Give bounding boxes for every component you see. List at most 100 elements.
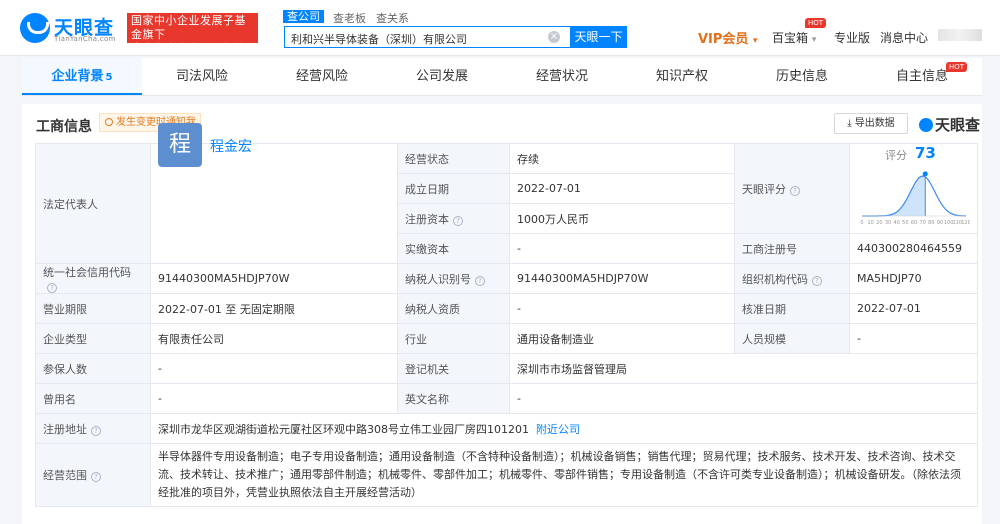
tax-id-label: 纳税人识别号 bbox=[405, 272, 471, 286]
bell-icon bbox=[105, 118, 113, 126]
top-header: 天眼查 TianYanCha.com 国家中小企业发展子基金旗下 官方备案企业征… bbox=[0, 0, 1000, 56]
approve-date-value: 2022-07-01 bbox=[849, 293, 978, 324]
tax-id-value: 91440300MA5HDJP70W bbox=[509, 263, 735, 294]
former-name-label: 曾用名 bbox=[35, 383, 151, 414]
capital-value: 1000万人民币 bbox=[509, 203, 735, 234]
logo-domain: TianYanCha.com bbox=[54, 35, 116, 43]
search-tab-boss[interactable]: 查老板 bbox=[333, 10, 366, 26]
clear-icon[interactable]: × bbox=[548, 31, 560, 43]
download-icon: ⤓ bbox=[847, 118, 852, 129]
score-chart-cell: 评分 73 0 10 20 30 40 50 60 70 80 90 100 110 120 bbox=[849, 143, 978, 234]
brand-label: 天眼查 bbox=[935, 116, 981, 134]
approve-date-label: 核准日期 bbox=[734, 293, 850, 324]
score-text: 评分 bbox=[885, 149, 907, 162]
logo-eye-icon bbox=[919, 118, 933, 132]
tab-company-development[interactable]: 公司发展 bbox=[382, 58, 502, 95]
help-icon[interactable]: ? bbox=[475, 275, 485, 286]
message-center-link[interactable]: 消息中心 bbox=[880, 29, 928, 46]
business-info-panel: 工商信息 发生变更时通知我 ⤓ 导出数据 天眼查 法定代表人 程 程金宏 经营状… bbox=[22, 104, 982, 524]
x-tick-label: 20 bbox=[876, 220, 882, 226]
vip-link[interactable]: VIP会员 ▾ bbox=[698, 28, 758, 47]
industry-value: 通用设备制造业 bbox=[509, 323, 735, 354]
insured-label: 参保人数 bbox=[35, 353, 151, 384]
help-icon[interactable]: ? bbox=[453, 215, 463, 226]
detail-tabs: 企业背景 5 司法风险 经营风险 公司发展 经营状况 知识产权 历史信息 自主信息… bbox=[22, 58, 982, 96]
help-icon[interactable]: ? bbox=[47, 283, 57, 293]
tab-label: 企业背景 bbox=[51, 69, 104, 84]
status-label: 经营状态 bbox=[397, 143, 510, 174]
address-label: 注册地址 bbox=[43, 422, 87, 436]
org-code-label-cell: 组织机构代码? bbox=[734, 263, 850, 294]
legal-rep-link[interactable]: 程金宏 bbox=[210, 136, 252, 156]
badge-line-2: 官方备案企业征信机构 bbox=[131, 42, 246, 55]
industry-label: 行业 bbox=[397, 323, 510, 354]
company-type-label: 企业类型 bbox=[35, 323, 151, 354]
nearby-companies-link[interactable]: 附近公司 bbox=[536, 423, 580, 436]
x-tick-label: 50 bbox=[902, 220, 908, 226]
pro-version-link[interactable]: 专业版 bbox=[834, 29, 870, 46]
help-icon[interactable]: ? bbox=[91, 425, 101, 436]
hot-badge: HOT bbox=[805, 18, 827, 28]
status-value: 存续 bbox=[509, 143, 735, 174]
score-marker-dot bbox=[922, 171, 928, 177]
address-value: 深圳市龙华区观湖街道松元厦社区环观中路308号立伟工业园厂房四101201 bbox=[158, 422, 529, 436]
legal-rep-label: 法定代表人 bbox=[35, 143, 151, 264]
scope-label-cell: 经营范围? bbox=[35, 443, 151, 507]
tax-qualification-value: - bbox=[509, 293, 735, 324]
score-value: 73 bbox=[915, 144, 936, 162]
toolbox-link[interactable]: 百宝箱 ▾ bbox=[772, 29, 816, 46]
business-info-table: 法定代表人 程 程金宏 经营状态 存续 天眼评分? 评分 73 0 10 20 30 4… bbox=[35, 123, 978, 507]
english-name-label: 英文名称 bbox=[397, 383, 510, 414]
tab-operation-status[interactable]: 经营状况 bbox=[502, 58, 622, 95]
est-date-label: 成立日期 bbox=[397, 173, 510, 204]
tab-operation-risk[interactable]: 经营风险 bbox=[262, 58, 382, 95]
authority-label: 登记机关 bbox=[397, 353, 510, 384]
search-input-value: 利和兴半导体装备（深圳）有限公司 bbox=[291, 33, 467, 46]
tab-judicial-risk[interactable]: 司法风险 bbox=[142, 58, 262, 95]
capital-label-cell: 注册资本? bbox=[397, 203, 510, 234]
search-tab-relation[interactable]: 查关系 bbox=[376, 10, 409, 26]
search-button[interactable]: 天眼一下 bbox=[570, 26, 627, 48]
brand-watermark: 天眼查 bbox=[919, 114, 980, 135]
score-distribution-chart: 0 10 20 30 40 50 60 70 80 90 100 110 120 bbox=[860, 171, 970, 226]
export-button[interactable]: ⤓ 导出数据 bbox=[834, 113, 908, 134]
paid-capital-label: 实缴资本 bbox=[397, 233, 510, 264]
score-label-cell: 天眼评分? bbox=[734, 143, 850, 234]
tab-history[interactable]: 历史信息 bbox=[742, 58, 862, 95]
search-tab-company[interactable]: 查公司 bbox=[283, 10, 324, 23]
x-tick-label: 70 bbox=[919, 220, 925, 226]
org-code-label: 组织机构代码 bbox=[742, 272, 808, 286]
tax-qualification-label: 纳税人资质 bbox=[397, 293, 510, 324]
section-title: 工商信息 bbox=[36, 119, 92, 135]
user-avatar[interactable] bbox=[938, 29, 982, 41]
help-icon[interactable]: ? bbox=[812, 275, 822, 286]
insured-value: - bbox=[150, 353, 398, 384]
chevron-down-icon: ▾ bbox=[752, 36, 758, 46]
toolbox-label: 百宝箱 bbox=[772, 31, 809, 45]
tianyancha-logo[interactable]: 天眼查 TianYanCha.com bbox=[20, 13, 116, 43]
tab-company-background[interactable]: 企业背景 5 bbox=[22, 58, 142, 95]
x-tick-label: 40 bbox=[893, 220, 899, 226]
company-type-value: 有限责任公司 bbox=[150, 323, 398, 354]
x-tick-label: 10 bbox=[867, 220, 873, 226]
credit-code-value: 91440300MA5HDJP70W bbox=[150, 263, 398, 294]
tab-ip[interactable]: 知识产权 bbox=[622, 58, 742, 95]
staff-size-label: 人员规模 bbox=[734, 323, 850, 354]
help-icon[interactable]: ? bbox=[91, 472, 101, 482]
est-date-value: 2022-07-01 bbox=[509, 173, 735, 204]
logo-eye-icon bbox=[20, 13, 50, 43]
english-name-value: - bbox=[509, 383, 978, 414]
chevron-down-icon: ▾ bbox=[811, 35, 817, 45]
address-label-cell: 注册地址? bbox=[35, 413, 151, 444]
help-icon[interactable]: ? bbox=[790, 185, 800, 196]
official-badge[interactable]: 国家中小企业发展子基金旗下 官方备案企业征信机构 bbox=[127, 13, 258, 55]
credit-code-label-cell: 统一社会信用代码? bbox=[35, 263, 151, 294]
export-label: 导出数据 bbox=[854, 118, 895, 129]
former-name-value: - bbox=[150, 383, 398, 414]
legal-rep-cell: 程 程金宏 bbox=[150, 123, 398, 264]
x-tick-label: 30 bbox=[885, 220, 891, 226]
search-input[interactable]: 利和兴半导体装备（深圳）有限公司 × bbox=[284, 26, 570, 48]
x-tick-label: 120 bbox=[961, 220, 970, 226]
address-cell: 深圳市龙华区观湖街道松元厦社区环观中路308号立伟工业园厂房四101201 附近… bbox=[150, 413, 978, 444]
x-tick-label: 60 bbox=[911, 220, 917, 226]
